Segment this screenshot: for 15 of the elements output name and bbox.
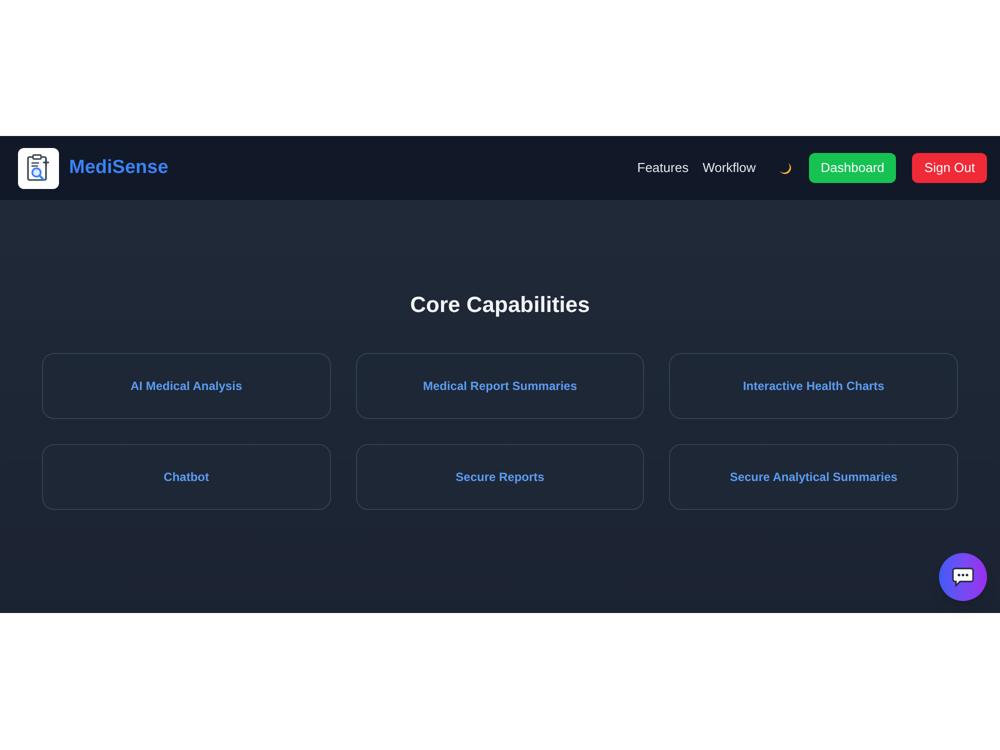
sign-out-button[interactable]: Sign Out	[912, 153, 987, 183]
feature-card: Secure Analytical Summaries	[669, 444, 958, 510]
feature-card: Secure Reports	[356, 444, 644, 510]
nav-link[interactable]: Workflow	[702, 158, 756, 178]
nav-link[interactable]: Features	[637, 158, 689, 178]
moon-icon[interactable]	[778, 162, 792, 174]
feature-card: AI Medical Analysis	[42, 353, 331, 419]
chat-button[interactable]	[939, 553, 987, 601]
logo-icon[interactable]	[18, 148, 59, 188]
feature-card: Chatbot	[42, 444, 331, 510]
section-title: Core Capabilities	[409, 291, 591, 319]
chat-icon	[952, 567, 974, 587]
feature-card: Medical Report Summaries	[356, 353, 644, 419]
feature-card: Interactive Health Charts	[669, 353, 958, 419]
brand-name[interactable]: MediSense	[69, 154, 168, 182]
